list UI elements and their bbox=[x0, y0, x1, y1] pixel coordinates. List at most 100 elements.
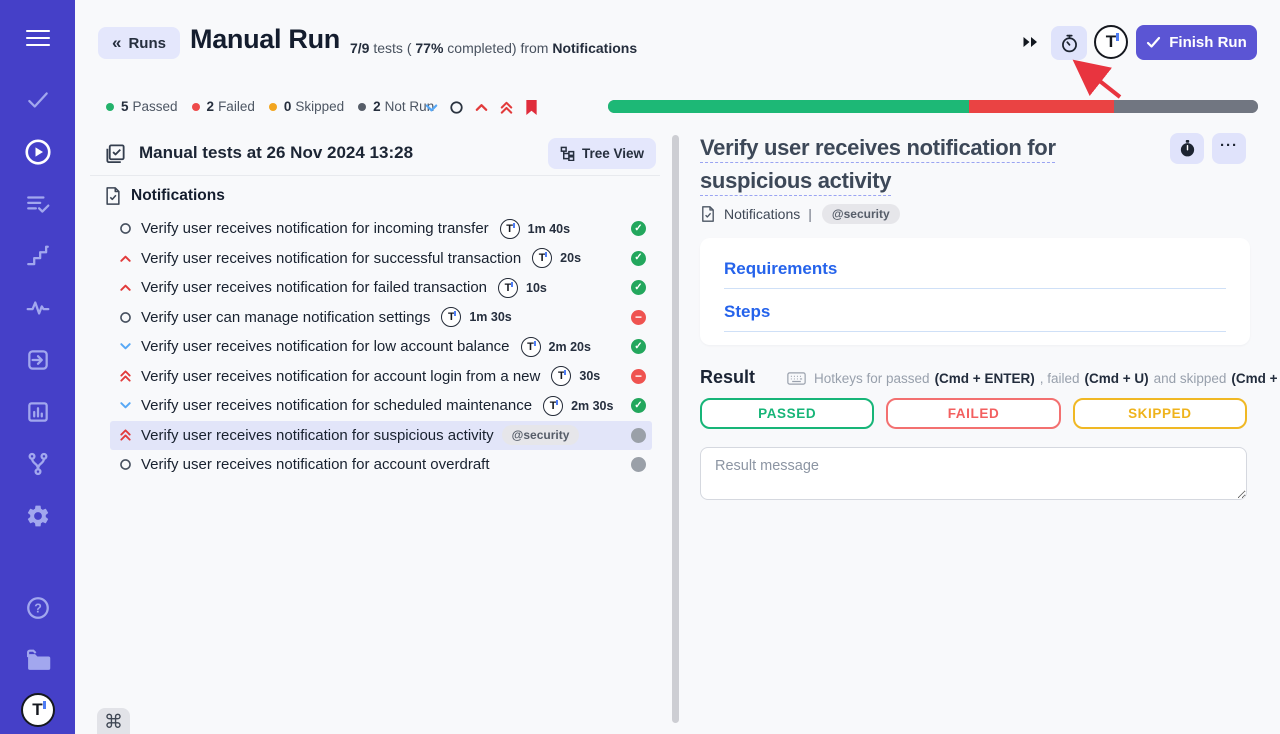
finish-run-button[interactable]: Finish Run bbox=[1136, 25, 1257, 60]
priority-circle-icon[interactable] bbox=[449, 100, 464, 115]
filter-icons bbox=[424, 99, 539, 116]
sidebar: ? T bbox=[0, 0, 75, 734]
test-status-icon bbox=[631, 428, 646, 443]
keyboard-icon bbox=[787, 371, 806, 386]
test-plans-icon[interactable] bbox=[0, 178, 75, 230]
priority-icon bbox=[118, 252, 132, 265]
test-list: Verify user receives notification for in… bbox=[110, 214, 652, 480]
analytics-icon[interactable] bbox=[0, 386, 75, 438]
timer-button[interactable] bbox=[1051, 26, 1087, 60]
failed-count: 2Failed bbox=[192, 99, 255, 114]
back-to-runs-button[interactable]: « Runs bbox=[98, 27, 180, 59]
run-progress-bar bbox=[608, 100, 1258, 113]
run-panel-header: Manual tests at 26 Nov 2024 13:28 Tree V… bbox=[90, 131, 660, 176]
status-counts: 5Passed 2Failed 0Skipped 2Not Run bbox=[106, 99, 434, 114]
help-icon[interactable]: ? bbox=[0, 582, 75, 634]
detail-test-title[interactable]: Verify user receives notification for su… bbox=[700, 131, 1162, 197]
menu-icon[interactable] bbox=[0, 12, 75, 64]
testomat-logo-icon: T bbox=[500, 219, 520, 239]
priority-icon bbox=[118, 281, 132, 294]
test-status-icon bbox=[631, 339, 646, 354]
test-title: Verify user receives notification for su… bbox=[141, 250, 521, 267]
suite-folder-row[interactable]: Notifications bbox=[104, 186, 225, 206]
detail-timer-button[interactable] bbox=[1170, 133, 1204, 164]
steps-icon[interactable] bbox=[0, 230, 75, 282]
command-key-badge[interactable]: ⌘ bbox=[97, 708, 130, 734]
test-title: Verify user receives notification for lo… bbox=[141, 338, 510, 355]
run-subtitle: 7/9 tests ( 77% completed) from Notifica… bbox=[350, 40, 637, 56]
test-row[interactable]: Verify user receives notification for sc… bbox=[110, 391, 652, 421]
priority-high-icon[interactable] bbox=[474, 100, 489, 115]
test-duration: 30s bbox=[579, 369, 600, 383]
test-row[interactable]: Verify user receives notification for in… bbox=[110, 214, 652, 244]
test-title: Verify user receives notification for su… bbox=[141, 427, 494, 444]
back-label: Runs bbox=[128, 35, 166, 52]
fast-forward-icon[interactable] bbox=[1022, 35, 1039, 54]
test-row[interactable]: Verify user can manage notification sett… bbox=[110, 303, 652, 333]
branch-icon[interactable] bbox=[0, 438, 75, 490]
tree-view-button[interactable]: Tree View bbox=[548, 138, 656, 169]
test-status-icon bbox=[631, 221, 646, 236]
tests-check-icon[interactable] bbox=[0, 74, 75, 126]
annotation-arrow bbox=[1062, 55, 1132, 103]
progress-passed bbox=[608, 100, 969, 113]
test-duration: 1m 40s bbox=[528, 222, 570, 236]
hotkeys-hint: Hotkeys for passed (Cmd + ENTER) , faile… bbox=[787, 371, 1280, 386]
test-status-icon bbox=[631, 310, 646, 325]
completed-percent: 77% bbox=[415, 40, 443, 56]
verdict-buttons: PASSED FAILED SKIPPED bbox=[700, 398, 1247, 429]
result-heading: Result bbox=[700, 367, 755, 388]
testomat-logo-icon[interactable]: T bbox=[1094, 25, 1128, 59]
testomat-logo-icon: T bbox=[441, 307, 461, 327]
detail-card: Requirements Steps bbox=[700, 238, 1250, 345]
tests-fraction: 7/9 bbox=[350, 40, 369, 56]
requirements-section[interactable]: Requirements bbox=[724, 259, 1226, 289]
security-tag[interactable]: @security bbox=[822, 204, 900, 224]
collapse-chevron-icon[interactable] bbox=[424, 100, 439, 115]
test-duration: 1m 30s bbox=[469, 310, 511, 324]
priority-icon bbox=[118, 222, 132, 235]
test-title: Verify user receives notification for sc… bbox=[141, 397, 532, 414]
test-row[interactable]: Verify user receives notification for ac… bbox=[110, 450, 652, 480]
test-status-icon bbox=[631, 251, 646, 266]
runs-play-icon[interactable] bbox=[0, 126, 75, 178]
tree-view-icon bbox=[560, 146, 575, 161]
more-options-button[interactable]: ··· bbox=[1212, 133, 1246, 164]
test-row[interactable]: Verify user receives notification for su… bbox=[110, 244, 652, 274]
failed-button[interactable]: FAILED bbox=[886, 398, 1060, 429]
priority-icon bbox=[118, 340, 132, 353]
run-checklist-icon bbox=[104, 142, 127, 165]
source-suite: Notifications bbox=[552, 40, 637, 56]
settings-gear-icon[interactable] bbox=[0, 490, 75, 542]
skipped-count: 0Skipped bbox=[269, 99, 344, 114]
breadcrumb-suite[interactable]: Notifications bbox=[724, 206, 800, 222]
testomat-logo-icon: T bbox=[521, 337, 541, 357]
passed-button[interactable]: PASSED bbox=[700, 398, 874, 429]
test-tag: @security bbox=[502, 425, 580, 445]
passed-count: 5Passed bbox=[106, 99, 178, 114]
test-row[interactable]: Verify user receives notification for lo… bbox=[110, 332, 652, 362]
detail-breadcrumb: Notifications | @security bbox=[700, 204, 900, 224]
test-row[interactable]: Verify user receives notification for fa… bbox=[110, 273, 652, 303]
projects-folder-icon[interactable] bbox=[0, 634, 75, 686]
bookmark-icon[interactable] bbox=[524, 99, 539, 116]
import-icon[interactable] bbox=[0, 334, 75, 386]
priority-icon bbox=[118, 311, 132, 324]
test-title: Verify user receives notification for ac… bbox=[141, 456, 490, 473]
priority-icon bbox=[118, 369, 132, 383]
svg-text:?: ? bbox=[34, 602, 42, 616]
result-message-input[interactable] bbox=[700, 447, 1247, 500]
test-duration: 2m 30s bbox=[571, 399, 613, 413]
test-row[interactable]: Verify user receives notification for ac… bbox=[110, 362, 652, 392]
steps-section[interactable]: Steps bbox=[724, 302, 1226, 332]
priority-icon bbox=[118, 399, 132, 412]
app-logo-icon: T bbox=[0, 686, 75, 734]
progress-notrun bbox=[1114, 100, 1258, 113]
skipped-button[interactable]: SKIPPED bbox=[1073, 398, 1247, 429]
panel-scrollbar[interactable] bbox=[672, 135, 679, 723]
priority-highest-icon[interactable] bbox=[499, 100, 514, 115]
test-row[interactable]: Verify user receives notification for su… bbox=[110, 421, 652, 451]
priority-icon bbox=[118, 458, 132, 471]
pulse-icon[interactable] bbox=[0, 282, 75, 334]
testomat-logo-icon: T bbox=[498, 278, 518, 298]
